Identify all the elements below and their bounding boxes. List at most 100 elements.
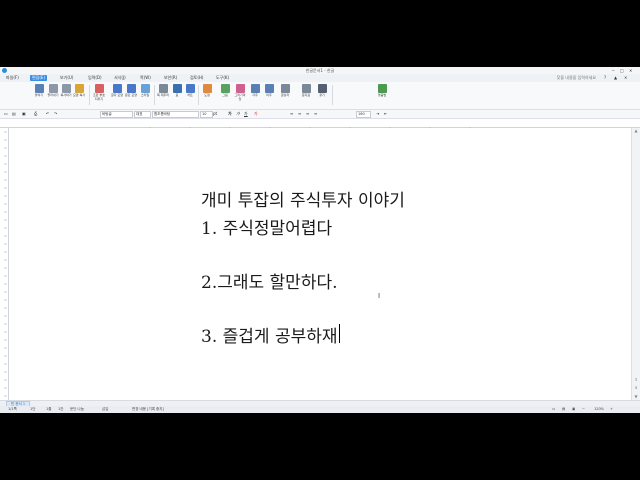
- next-page-icon[interactable]: ⇟: [632, 385, 640, 390]
- symbol-button[interactable]: 문자표: [300, 84, 312, 98]
- chart-button[interactable]: 차트: [184, 84, 196, 98]
- format-painter-icon: [74, 84, 84, 93]
- vruler-ticks: [4, 131, 7, 397]
- zoom-in-icon[interactable]: +: [610, 407, 613, 412]
- ribbon-separator: [332, 85, 333, 105]
- menu-review[interactable]: 검토(H): [188, 75, 206, 81]
- outdent-icon[interactable]: ⇤: [384, 111, 387, 117]
- status-insert-mode[interactable]: 삽입: [102, 407, 108, 412]
- style-select[interactable]: 바탕글: [100, 111, 133, 118]
- close-button[interactable]: ✕: [629, 68, 632, 73]
- style-button[interactable]: 스타일: [139, 84, 151, 98]
- menu-file[interactable]: 파일(F): [4, 75, 21, 81]
- new-doc-icon[interactable]: ▭: [4, 111, 8, 117]
- align-center-icon[interactable]: ≡: [298, 111, 301, 117]
- underline-icon[interactable]: 가: [244, 111, 248, 117]
- maximize-button[interactable]: □: [620, 68, 624, 73]
- menu-view[interactable]: 보기(U): [58, 75, 75, 81]
- doc-line-1[interactable]: 1. 주식정말어렵다: [201, 214, 332, 239]
- open-icon[interactable]: ▤: [12, 111, 16, 117]
- menu-page[interactable]: 쪽(W): [138, 75, 153, 81]
- doc-line-5[interactable]: 3. 즐겁게 공부하재: [201, 322, 338, 347]
- vertical-scrollbar[interactable]: ▲ ⇞ ⇟ ▼: [631, 128, 640, 400]
- minimize-button[interactable]: ─: [612, 68, 614, 73]
- para-shape-button[interactable]: 문단 모양: [125, 84, 137, 98]
- font-size-input[interactable]: 10: [200, 111, 213, 118]
- view-web-icon[interactable]: ▤: [562, 407, 565, 412]
- line-spacing-input[interactable]: 160: [356, 111, 371, 118]
- char-shape-button[interactable]: 글자 모양: [111, 84, 123, 98]
- italic-icon[interactable]: 가: [236, 111, 240, 117]
- zoom-out-icon[interactable]: −: [582, 407, 585, 412]
- char-shape-icon: [112, 84, 122, 93]
- font-color-icon[interactable]: 가: [254, 111, 258, 117]
- prev-page-icon[interactable]: ⇞: [632, 377, 640, 382]
- help-icon[interactable]: ?: [604, 75, 606, 80]
- zoom-level[interactable]: 120%: [594, 407, 604, 412]
- align-left-icon[interactable]: ≡: [290, 111, 293, 117]
- menu-security[interactable]: 보안(R): [162, 75, 179, 81]
- ribbon-separator: [198, 85, 199, 105]
- spellcheck-button[interactable]: 맞춤법: [373, 84, 391, 98]
- status-track-changes[interactable]: 변경 내용 [기록 중지]: [132, 407, 164, 412]
- cut-icon: [48, 84, 58, 93]
- save-icon[interactable]: ▣: [22, 111, 26, 117]
- doc-line-3[interactable]: 2.그래도 할만하다.: [201, 268, 338, 293]
- paste-button[interactable]: 붙이기: [33, 84, 45, 98]
- redo-icon[interactable]: ↷: [54, 111, 57, 117]
- copy-icon: [61, 84, 71, 93]
- footnote-icon: [250, 84, 260, 93]
- horizontal-ruler[interactable]: [0, 119, 640, 133]
- doc-close-icon[interactable]: ✕: [624, 75, 627, 80]
- view-fullscreen-icon[interactable]: ▣: [572, 407, 575, 412]
- footnote-button[interactable]: 각주: [249, 84, 261, 98]
- print-icon[interactable]: ⎙: [34, 111, 37, 117]
- align-justify-icon[interactable]: ≡: [314, 111, 317, 117]
- find-button[interactable]: 찾기: [316, 84, 328, 98]
- menu-edit[interactable]: 편집(E): [30, 75, 48, 81]
- title-bar: 한글문서1 - 한글 ─ □ ✕: [0, 67, 640, 74]
- menu-tools[interactable]: 도구(K): [214, 75, 231, 81]
- status-section: 1단: [30, 407, 36, 411]
- hwp-window: 한글문서1 - 한글 ─ □ ✕ 파일(F) 편집(E) 보기(U) 입력(D)…: [0, 67, 640, 413]
- font-select[interactable]: 함초롬바탕: [152, 111, 199, 118]
- clear-marks-button[interactable]: 조판 부호 지우기: [93, 84, 105, 101]
- chart-icon: [185, 84, 195, 93]
- clipart-button[interactable]: 그리기마당: [234, 84, 246, 101]
- doc-line-title[interactable]: 개미 투잡의 주식투자 이야기: [201, 186, 405, 211]
- status-bar: 1/1쪽 1단 1줄 1칸 문단 나눔 삽입 변경 내용 [기록 중지] ▭ ▤…: [0, 406, 640, 413]
- symbol-icon: [301, 84, 311, 93]
- format-painter-button[interactable]: 모양 복사: [73, 84, 85, 98]
- picture-button[interactable]: 그림: [219, 84, 231, 98]
- table-icon: [172, 84, 182, 93]
- cut-button[interactable]: 잘라내기: [47, 84, 59, 98]
- font-lang-select[interactable]: 대표: [134, 111, 151, 118]
- textbox-button[interactable]: 글상자: [279, 84, 291, 98]
- ribbon-toolbar: 붙이기 잘라내기 복사하기 모양 복사 조판 부호 지우기 글자 모양 문단 모…: [0, 82, 640, 110]
- bold-icon[interactable]: 가: [228, 111, 232, 117]
- scroll-down-icon[interactable]: ▼: [632, 394, 640, 399]
- vertical-ruler[interactable]: [0, 128, 9, 400]
- page-border-button[interactable]: 쪽 테두리: [157, 84, 169, 98]
- picture-icon: [220, 84, 230, 93]
- ribbon-minimize-icon[interactable]: ▲: [614, 75, 617, 80]
- status-line: 1줄: [46, 407, 52, 411]
- shape-button[interactable]: 도형: [201, 84, 213, 98]
- copy-button[interactable]: 복사하기: [60, 84, 72, 98]
- ribbon-separator: [89, 85, 90, 105]
- table-button[interactable]: 표: [171, 84, 183, 98]
- menu-insert[interactable]: 입력(D): [86, 75, 104, 81]
- font-unit: pt: [213, 111, 218, 116]
- binoculars-icon: [317, 84, 327, 93]
- view-normal-icon[interactable]: ▭: [552, 407, 555, 412]
- undo-icon[interactable]: ↶: [46, 111, 49, 117]
- menu-format[interactable]: 서식(J): [112, 75, 128, 81]
- align-right-icon[interactable]: ≡: [306, 111, 309, 117]
- document-editing-area[interactable]: 개미 투잡의 주식투자 이야기 1. 주식정말어렵다 2.그래도 할만하다. 3…: [9, 128, 631, 400]
- mouse-ibeam-cursor: I: [378, 292, 381, 300]
- endnote-button[interactable]: 미주: [263, 84, 275, 98]
- scroll-up-icon[interactable]: ▲: [632, 128, 640, 133]
- help-search-box[interactable]: 찾을 내용을 입력하세요: [557, 75, 596, 81]
- indent-icon[interactable]: ⇥: [376, 111, 379, 117]
- spellcheck-icon: [377, 84, 387, 93]
